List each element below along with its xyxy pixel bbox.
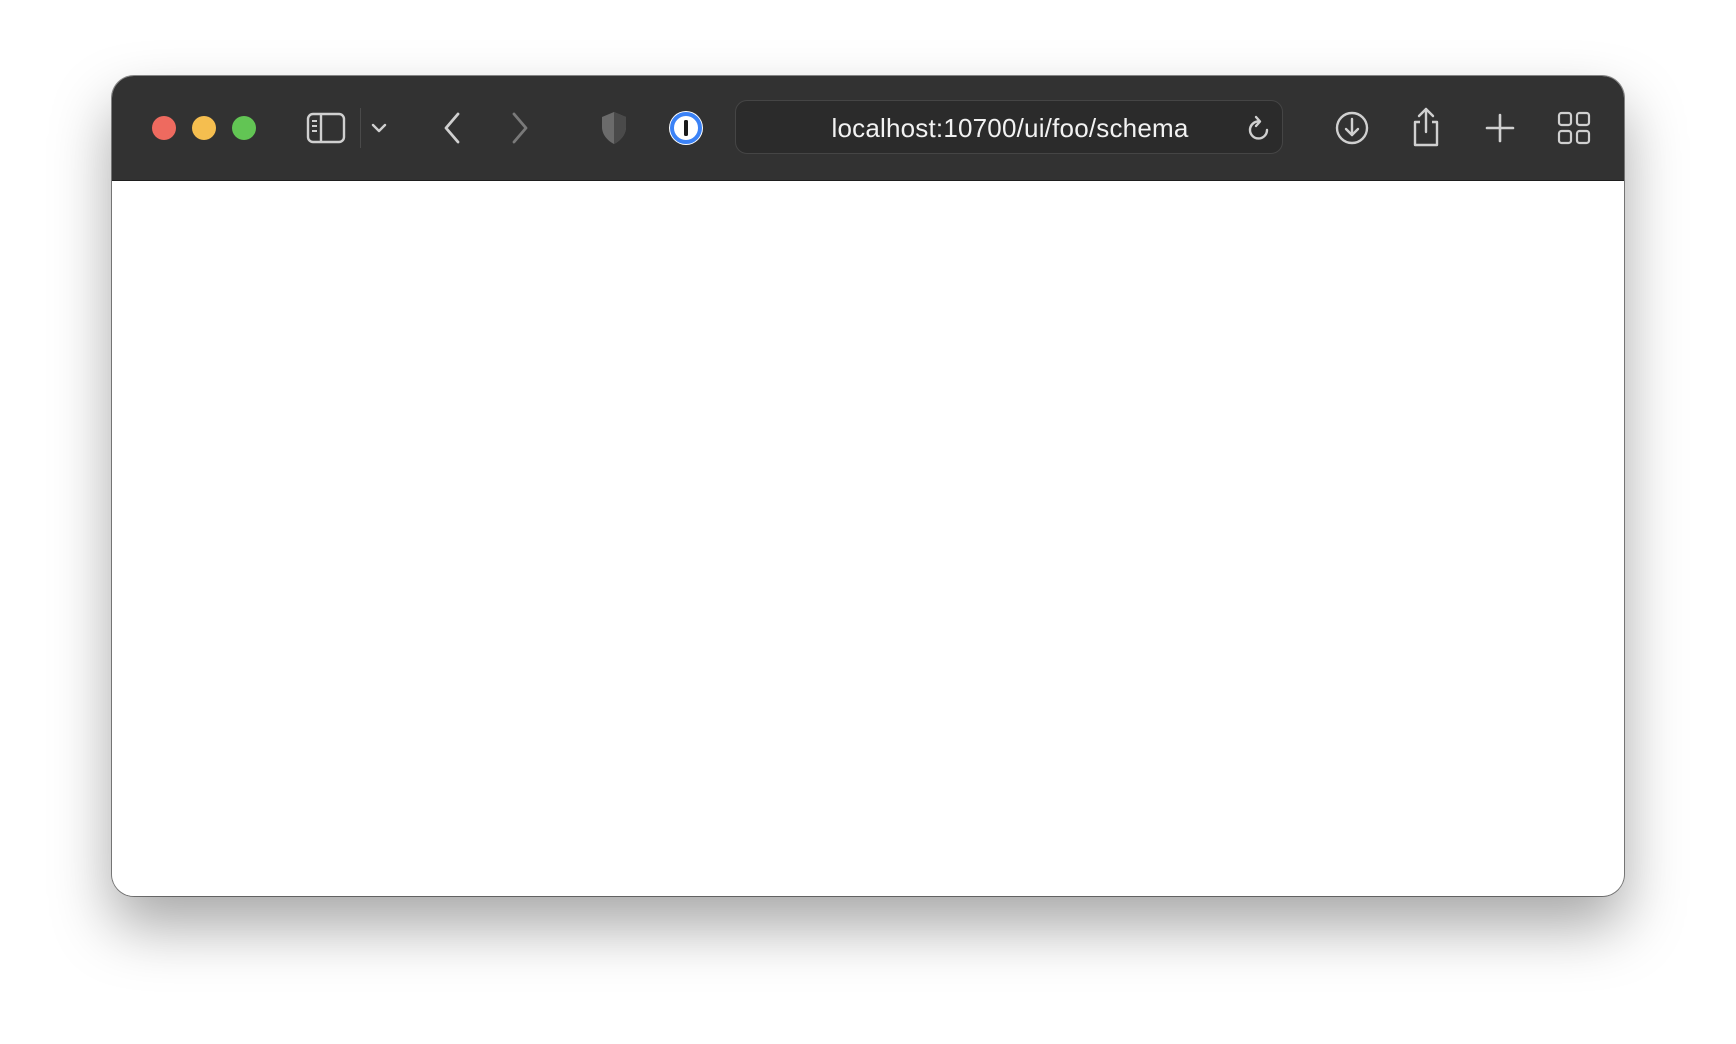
forward-button[interactable]: [500, 106, 540, 150]
chevron-left-icon: [444, 112, 460, 144]
reload-button[interactable]: [1244, 113, 1274, 143]
share-icon: [1413, 107, 1439, 147]
reload-icon: [1248, 115, 1269, 140]
chevron-right-icon: [512, 112, 528, 144]
share-button[interactable]: [1404, 102, 1448, 152]
downloads-button[interactable]: [1330, 106, 1374, 150]
url-text[interactable]: localhost:10700/ui/foo/schema: [736, 101, 1284, 155]
sidebar-icon: [306, 112, 346, 144]
browser-window: localhost:10700/ui/foo/schema: [112, 76, 1624, 896]
download-icon: [1335, 111, 1369, 145]
minimize-window-button[interactable]: [192, 116, 216, 140]
grid-icon: [1557, 111, 1591, 145]
shield-icon: [602, 112, 626, 144]
close-window-button[interactable]: [152, 116, 176, 140]
page-content-area: [112, 181, 1624, 896]
address-bar[interactable]: localhost:10700/ui/foo/schema: [735, 100, 1283, 154]
sidebar-menu-button[interactable]: [366, 116, 392, 140]
browser-toolbar: localhost:10700/ui/foo/schema: [112, 76, 1624, 181]
privacy-report-button[interactable]: [594, 106, 634, 150]
1password-icon: [669, 111, 703, 145]
maximize-window-button[interactable]: [232, 116, 256, 140]
back-button[interactable]: [432, 106, 472, 150]
password-manager-button[interactable]: [666, 108, 706, 148]
sidebar-toggle-button[interactable]: [304, 108, 348, 148]
toolbar-divider: [360, 108, 361, 148]
plus-icon: [1485, 113, 1515, 143]
new-tab-button[interactable]: [1478, 106, 1522, 150]
chevron-down-icon: [371, 123, 387, 133]
tab-overview-button[interactable]: [1552, 106, 1596, 150]
